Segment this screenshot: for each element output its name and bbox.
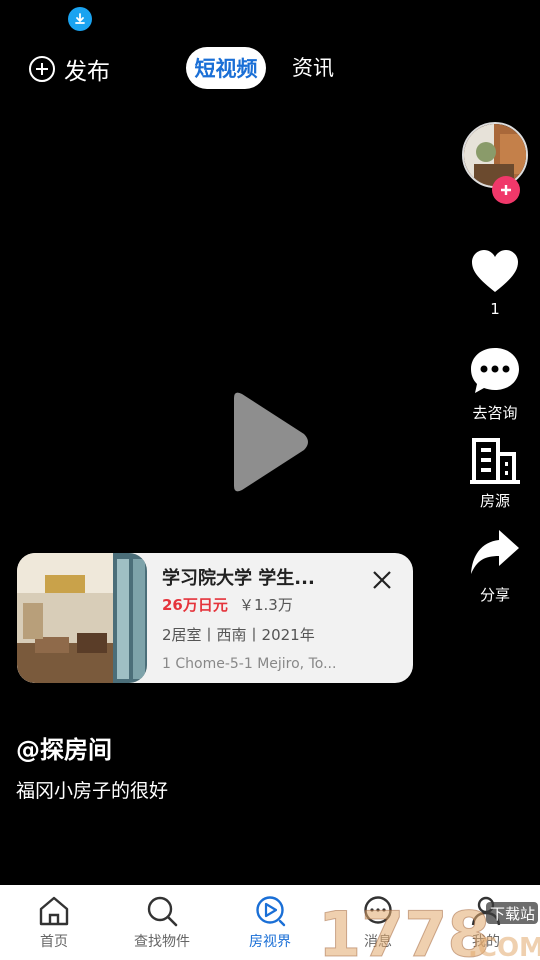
svg-text:1778: 1778	[318, 900, 491, 960]
play-icon	[234, 392, 308, 492]
consult-button[interactable]: 去咨询	[460, 346, 530, 423]
plus-icon	[501, 185, 511, 195]
property-specs: 2居室丨西南丨2021年	[162, 626, 315, 644]
property-address: 1 Chome-5-1 Mejiro, To...	[162, 656, 337, 672]
nav-label-home: 首页	[40, 934, 68, 950]
consult-label: 去咨询	[472, 404, 518, 422]
follow-button[interactable]	[492, 176, 520, 204]
building-icon	[470, 438, 520, 484]
share-label: 分享	[479, 586, 510, 604]
download-status-icon	[68, 7, 92, 31]
tab-short-video[interactable]: 短视频	[186, 47, 266, 89]
author-name[interactable]: @探房间	[16, 730, 112, 765]
top-bar: 发布 短视频 资讯	[0, 44, 540, 92]
post-description: 福冈小房子的很好	[16, 780, 169, 802]
share-button[interactable]: 分享	[460, 528, 530, 605]
chat-bubble-icon	[471, 348, 519, 393]
publish-button[interactable]: 发布	[28, 52, 110, 86]
home-icon	[39, 896, 69, 926]
tab-news[interactable]: 资讯	[292, 52, 334, 82]
avatar[interactable]	[462, 122, 528, 188]
play-circle-icon	[256, 896, 286, 927]
property-title: 学习院大学 学生...	[162, 568, 315, 589]
listing-source-button[interactable]: 房源	[460, 436, 530, 511]
play-button[interactable]	[226, 388, 312, 500]
heart-icon	[472, 250, 518, 292]
site-watermark: 1778 .COM 下载站	[318, 898, 540, 960]
property-card[interactable]: 学习院大学 学生... 26万日元 ￥1.3万 2居室丨西南丨2021年 1 C…	[17, 553, 413, 683]
close-icon	[373, 571, 391, 589]
nav-item-house-vision[interactable]: 房视界	[216, 885, 324, 960]
search-icon	[147, 896, 178, 927]
property-price-cny: ￥1.3万	[239, 596, 293, 614]
property-price: 26万日元	[162, 596, 228, 614]
nav-item-home[interactable]: 首页	[0, 885, 108, 960]
nav-label-search: 查找物件	[134, 934, 190, 950]
source-label: 房源	[479, 492, 510, 510]
author-avatar-group[interactable]	[460, 122, 530, 204]
svg-text:.COM: .COM	[468, 933, 540, 960]
share-arrow-icon	[471, 530, 519, 574]
close-card-button[interactable]	[371, 569, 393, 591]
property-thumbnail[interactable]	[17, 553, 147, 683]
nav-item-search[interactable]: 查找物件	[108, 885, 216, 960]
nav-label-house-vision: 房视界	[249, 934, 291, 950]
publish-label: 发布	[64, 59, 110, 85]
like-count: 1	[490, 300, 500, 318]
like-button[interactable]: 1	[460, 248, 530, 318]
add-circle-icon	[29, 56, 55, 82]
svg-text:下载站: 下载站	[490, 905, 535, 923]
